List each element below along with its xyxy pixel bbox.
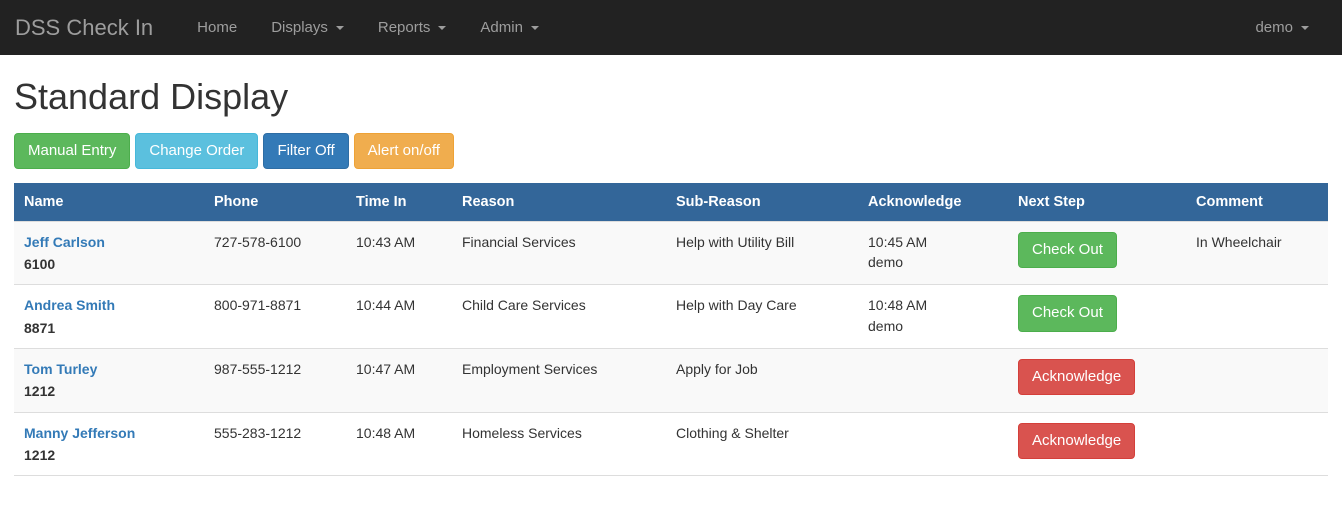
visitor-name-sub: 1212 [24, 381, 194, 401]
manual-entry-button[interactable]: Manual Entry [14, 133, 130, 169]
cell-time-in: 10:48 AM [346, 412, 452, 476]
table-row: Jeff Carlson 6100 727-578-6100 10:43 AM … [14, 221, 1328, 285]
visitor-name-sub: 1212 [24, 445, 194, 465]
cell-acknowledge: 10:45 AM demo [858, 221, 1008, 285]
column-header-comment[interactable]: Comment [1186, 183, 1328, 222]
acknowledge-user: demo [868, 252, 998, 272]
cell-comment: In Wheelchair [1186, 221, 1328, 285]
cell-sub-reason: Help with Day Care [666, 285, 858, 349]
app-root: DSS Check In Home Displays Reports Admin… [0, 0, 1342, 524]
cell-acknowledge: 10:48 AM demo [858, 285, 1008, 349]
visitor-name-link[interactable]: Manny Jefferson [24, 423, 194, 443]
column-header-phone[interactable]: Phone [204, 183, 346, 222]
nav-item-label: Displays [271, 0, 328, 55]
column-header-next-step[interactable]: Next Step [1008, 183, 1186, 222]
change-order-button[interactable]: Change Order [135, 133, 258, 169]
cell-next-step: Check Out [1008, 221, 1186, 285]
chevron-down-icon [1301, 26, 1309, 30]
main-content: Standard Display Manual Entry Change Ord… [0, 77, 1342, 476]
acknowledge-button[interactable]: Acknowledge [1018, 423, 1135, 459]
chevron-down-icon [531, 26, 539, 30]
visitor-name-sub: 8871 [24, 318, 194, 338]
cell-acknowledge [858, 349, 1008, 413]
cell-acknowledge [858, 412, 1008, 476]
table-header-row: Name Phone Time In Reason Sub-Reason Ack… [14, 183, 1328, 222]
checkin-table: Name Phone Time In Reason Sub-Reason Ack… [14, 183, 1328, 476]
nav-item-label: Home [197, 0, 237, 55]
acknowledge-button[interactable]: Acknowledge [1018, 359, 1135, 395]
column-header-name[interactable]: Name [14, 183, 204, 222]
column-header-reason[interactable]: Reason [452, 183, 666, 222]
column-header-acknowledge[interactable]: Acknowledge [858, 183, 1008, 222]
primary-nav: Home Displays Reports Admin [180, 0, 556, 55]
visitor-name-sub: 6100 [24, 254, 194, 274]
acknowledge-user: demo [868, 316, 998, 336]
nav-item-label: Admin [480, 0, 523, 55]
alert-toggle-button[interactable]: Alert on/off [354, 133, 454, 169]
nav-item-admin[interactable]: Admin [463, 0, 556, 55]
cell-comment [1186, 412, 1328, 476]
user-menu-label: demo [1255, 0, 1293, 55]
navbar-right: demo [1238, 0, 1326, 55]
filter-off-button[interactable]: Filter Off [263, 133, 348, 169]
column-header-sub-reason[interactable]: Sub-Reason [666, 183, 858, 222]
nav-item-label: Reports [378, 0, 431, 55]
cell-reason: Homeless Services [452, 412, 666, 476]
cell-sub-reason: Apply for Job [666, 349, 858, 413]
cell-comment [1186, 349, 1328, 413]
visitor-name-link[interactable]: Jeff Carlson [24, 232, 194, 252]
table-body: Jeff Carlson 6100 727-578-6100 10:43 AM … [14, 221, 1328, 475]
nav-item-reports[interactable]: Reports [361, 0, 464, 55]
check-out-button[interactable]: Check Out [1018, 295, 1117, 331]
table-row: Manny Jefferson 1212 555-283-1212 10:48 … [14, 412, 1328, 476]
cell-comment [1186, 285, 1328, 349]
cell-next-step: Acknowledge [1008, 349, 1186, 413]
cell-name: Jeff Carlson 6100 [14, 221, 204, 285]
table-row: Andrea Smith 8871 800-971-8871 10:44 AM … [14, 285, 1328, 349]
app-brand[interactable]: DSS Check In [0, 0, 168, 55]
cell-time-in: 10:47 AM [346, 349, 452, 413]
cell-time-in: 10:44 AM [346, 285, 452, 349]
top-navbar: DSS Check In Home Displays Reports Admin… [0, 0, 1342, 55]
cell-next-step: Acknowledge [1008, 412, 1186, 476]
acknowledge-time: 10:45 AM [868, 232, 998, 252]
visitor-name-link[interactable]: Andrea Smith [24, 295, 194, 315]
cell-sub-reason: Clothing & Shelter [666, 412, 858, 476]
cell-phone: 555-283-1212 [204, 412, 346, 476]
cell-phone: 800-971-8871 [204, 285, 346, 349]
cell-reason: Financial Services [452, 221, 666, 285]
nav-item-displays[interactable]: Displays [254, 0, 361, 55]
cell-phone: 987-555-1212 [204, 349, 346, 413]
cell-name: Andrea Smith 8871 [14, 285, 204, 349]
cell-name: Tom Turley 1212 [14, 349, 204, 413]
action-toolbar: Manual Entry Change Order Filter Off Ale… [14, 133, 1328, 169]
column-header-time-in[interactable]: Time In [346, 183, 452, 222]
chevron-down-icon [438, 26, 446, 30]
cell-reason: Employment Services [452, 349, 666, 413]
cell-phone: 727-578-6100 [204, 221, 346, 285]
cell-time-in: 10:43 AM [346, 221, 452, 285]
nav-item-home[interactable]: Home [180, 0, 254, 55]
page-title: Standard Display [14, 77, 1328, 117]
cell-name: Manny Jefferson 1212 [14, 412, 204, 476]
chevron-down-icon [336, 26, 344, 30]
cell-sub-reason: Help with Utility Bill [666, 221, 858, 285]
cell-reason: Child Care Services [452, 285, 666, 349]
check-out-button[interactable]: Check Out [1018, 232, 1117, 268]
cell-next-step: Check Out [1008, 285, 1186, 349]
user-menu[interactable]: demo [1238, 0, 1326, 55]
table-row: Tom Turley 1212 987-555-1212 10:47 AM Em… [14, 349, 1328, 413]
acknowledge-time: 10:48 AM [868, 295, 998, 315]
visitor-name-link[interactable]: Tom Turley [24, 359, 194, 379]
table-header: Name Phone Time In Reason Sub-Reason Ack… [14, 183, 1328, 222]
